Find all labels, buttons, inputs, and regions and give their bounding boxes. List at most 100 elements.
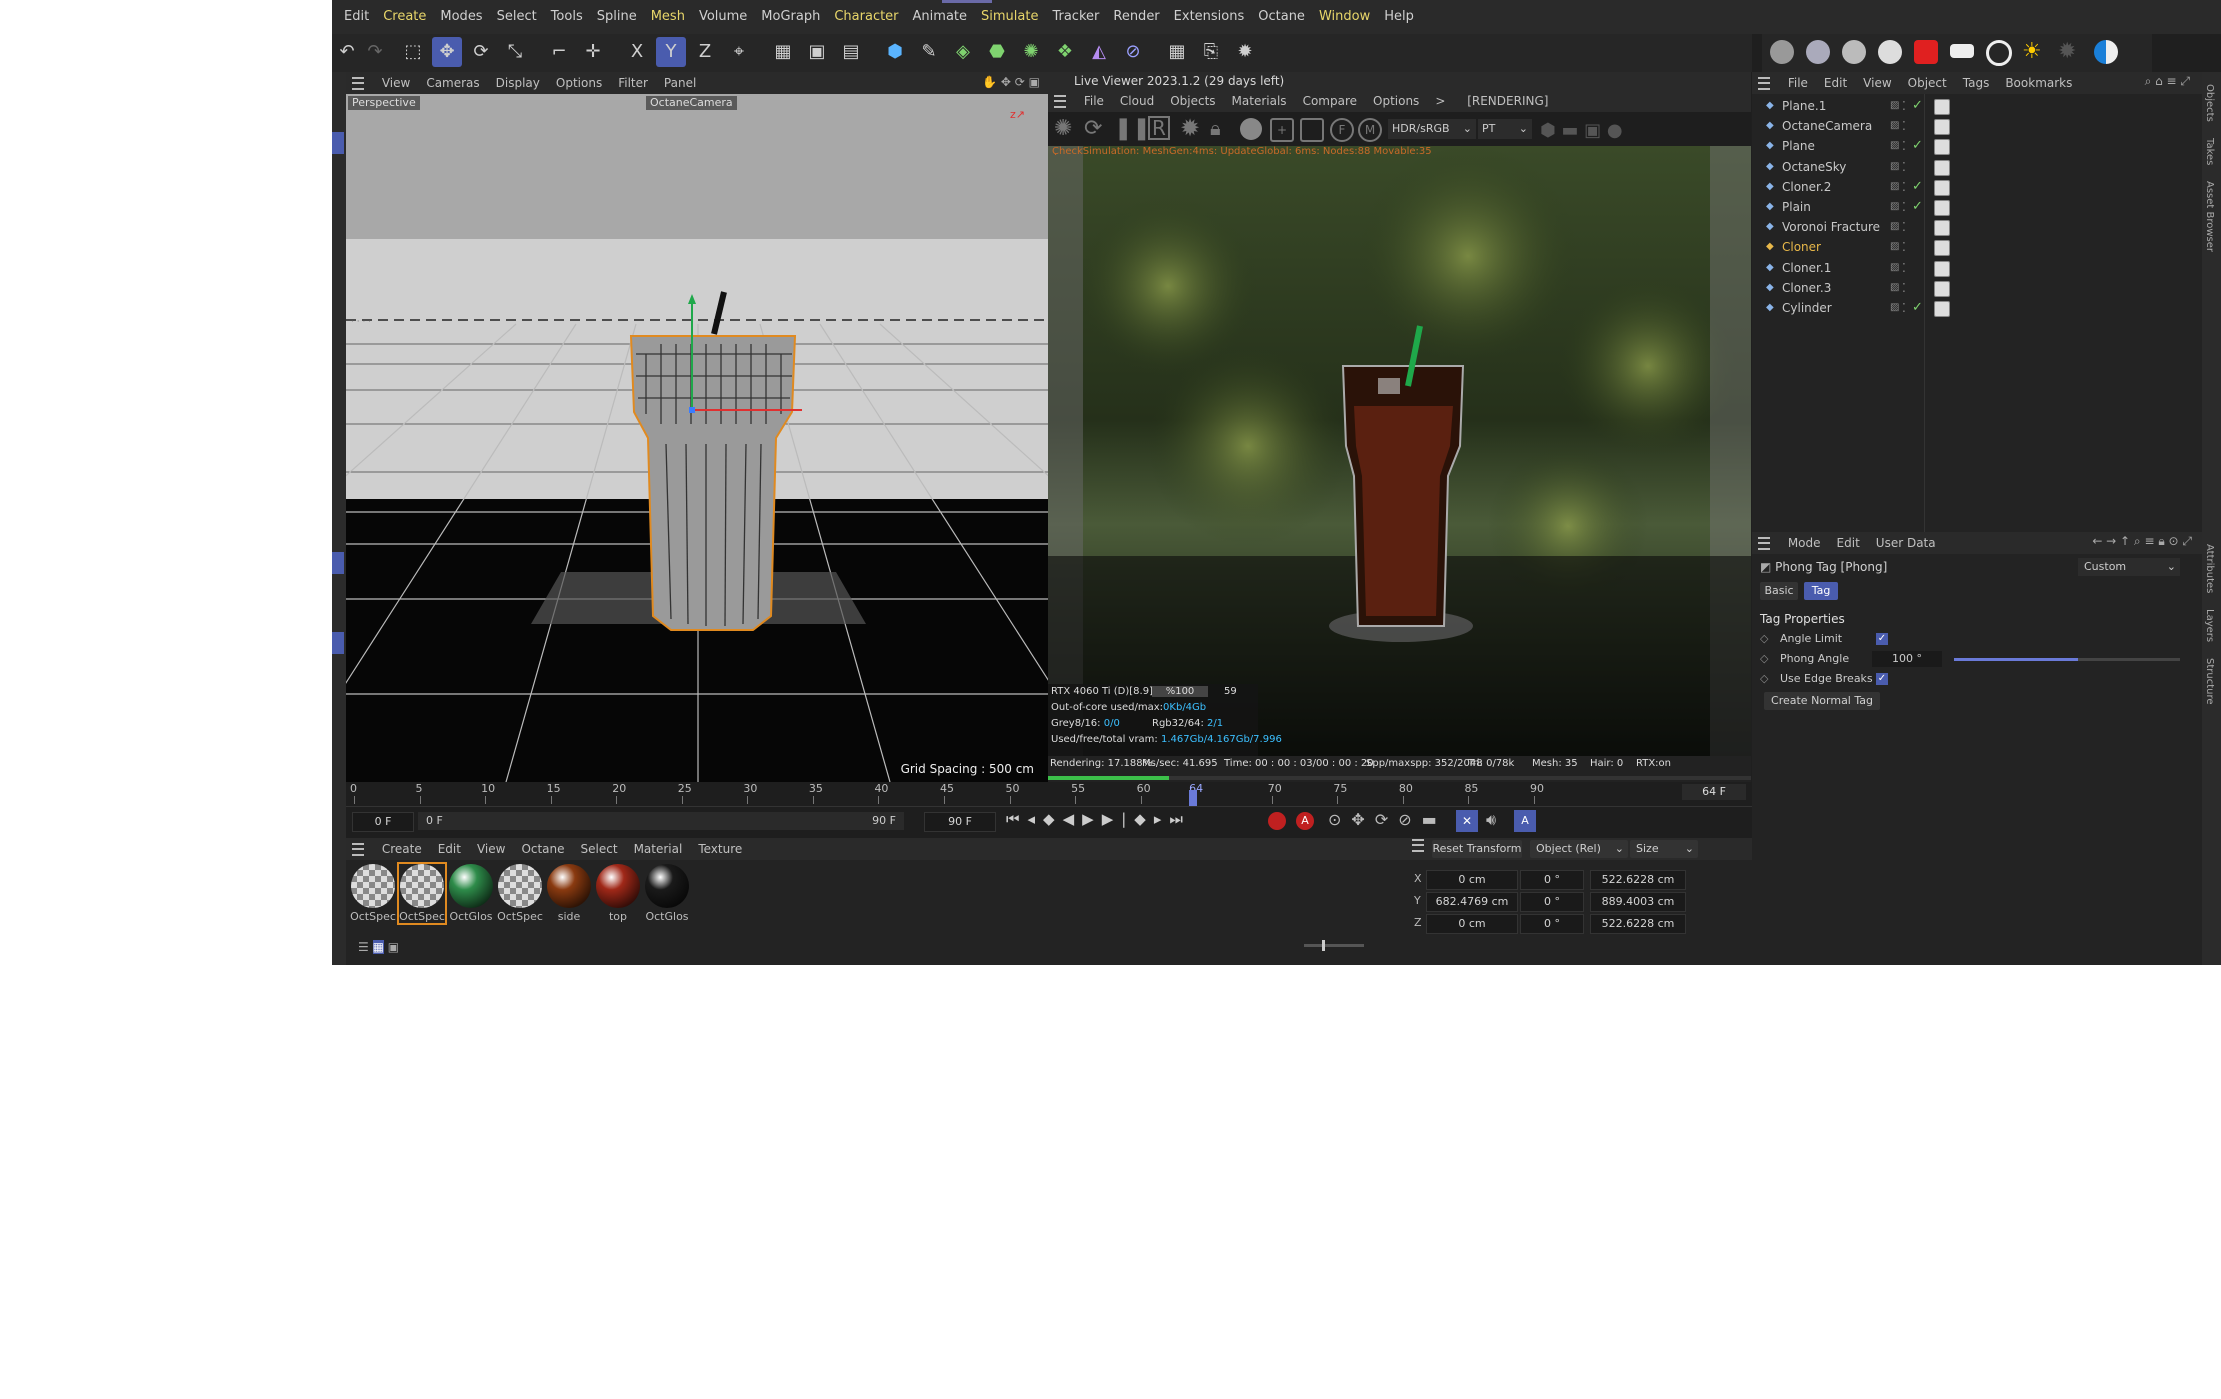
material-menu-create[interactable]: Create bbox=[374, 838, 430, 860]
material-swatch[interactable]: OctSpec bbox=[497, 864, 543, 923]
edit-toggle-icon[interactable]: ▨ bbox=[1890, 157, 1899, 177]
viewport-canvas[interactable]: · · · · Perspective OctaneCamera z↗ Grid… bbox=[346, 94, 1048, 782]
keyframe-diamond-icon[interactable]: ◇ bbox=[1760, 672, 1768, 685]
visibility-dots-icon[interactable]: ⁚ bbox=[1902, 96, 1906, 116]
object-row[interactable]: ◆ OctaneSky ⁚ ▨ bbox=[1752, 157, 2072, 177]
render-image[interactable]: . CheckSimulation: MeshGen:4ms: UpdateGl… bbox=[1048, 146, 1751, 756]
octane-sphere-icon[interactable] bbox=[1806, 40, 1830, 64]
edit-toggle-icon[interactable]: ▨ bbox=[1890, 116, 1899, 136]
visibility-dots-icon[interactable]: ⁚ bbox=[1902, 116, 1906, 136]
mograph-icon[interactable]: ❖ bbox=[1050, 37, 1080, 67]
menu-tools[interactable]: Tools bbox=[544, 0, 590, 34]
octane-sun-icon[interactable]: ☀ bbox=[2022, 40, 2046, 64]
objects-menu-tags[interactable]: Tags bbox=[1955, 72, 1998, 94]
rotate-tool-icon[interactable]: ⟳ bbox=[466, 37, 496, 67]
coord-pos-field[interactable]: 0 cm bbox=[1426, 914, 1518, 934]
coordinates-menu-icon[interactable] bbox=[1412, 839, 1424, 852]
object-row[interactable]: ◆ OctaneCamera ⁚ ▨ bbox=[1752, 116, 2072, 136]
edit-toggle-icon[interactable]: ▨ bbox=[1890, 136, 1899, 156]
world-coords-icon[interactable]: ⌖ bbox=[724, 37, 754, 67]
menu-mesh[interactable]: Mesh bbox=[644, 0, 692, 34]
menu-extensions[interactable]: Extensions bbox=[1167, 0, 1252, 34]
timeline-ruler[interactable]: 0 5 10 15 20 25 30 35 40 45 50 55 60 64 70 75 80 85 90 bbox=[346, 782, 1752, 807]
undo-icon[interactable]: ↶ bbox=[332, 37, 362, 67]
menu-modes[interactable]: Modes bbox=[433, 0, 489, 34]
enabled-check-icon[interactable]: ✓ bbox=[1912, 177, 1923, 197]
go-to-start-icon[interactable]: ⏮ bbox=[1006, 810, 1028, 828]
octane-area-light-icon[interactable] bbox=[1950, 44, 1974, 58]
coord-pos-field[interactable]: 0 cm bbox=[1426, 870, 1518, 890]
material-swatch[interactable]: top bbox=[595, 864, 641, 923]
light-icon[interactable]: ✹ bbox=[1230, 37, 1260, 67]
field-icon[interactable]: ⊘ bbox=[1118, 37, 1148, 67]
side-tab-structure[interactable]: Structure bbox=[2202, 656, 2217, 707]
x-axis-lock-icon[interactable]: X bbox=[622, 37, 652, 67]
clapboard-icon[interactable]: ▦ bbox=[768, 37, 798, 67]
material-zoom-handle[interactable] bbox=[1322, 940, 1325, 951]
objects-menu-edit[interactable]: Edit bbox=[1816, 72, 1855, 94]
colorspace-select[interactable]: HDR/sRGB ⌄ bbox=[1388, 119, 1476, 139]
attributes-menu-edit[interactable]: Edit bbox=[1829, 532, 1868, 554]
viewport-menu-filter[interactable]: Filter bbox=[610, 72, 656, 94]
material-menu-material[interactable]: Material bbox=[626, 838, 691, 860]
coord-rot-field[interactable]: 0 ° bbox=[1520, 892, 1584, 912]
attributes-menu-user-data[interactable]: User Data bbox=[1868, 532, 1944, 554]
lv-menu--[interactable]: > bbox=[1427, 90, 1453, 112]
side-tab-attributes[interactable]: Attributes bbox=[2202, 542, 2217, 595]
lv-menu-materials[interactable]: Materials bbox=[1224, 90, 1295, 112]
phong-tag-icon[interactable] bbox=[1934, 139, 1950, 156]
restart-icon[interactable]: ⟳ bbox=[1084, 116, 1102, 141]
attributes-menu-mode[interactable]: Mode bbox=[1780, 532, 1829, 554]
material-zoom-slider[interactable] bbox=[1304, 940, 1364, 951]
objects-search-icons[interactable]: ⌕ ⌂ ≡ ⤢ bbox=[2145, 74, 2190, 89]
extrude-icon[interactable]: ⬣ bbox=[982, 37, 1012, 67]
size-mode-select[interactable]: Size ⌄ bbox=[1630, 840, 1698, 858]
enabled-check-icon[interactable]: ✓ bbox=[1912, 96, 1923, 116]
coord-rot-field[interactable]: 0 ° bbox=[1520, 870, 1584, 890]
focus-icon[interactable]: F bbox=[1330, 118, 1354, 142]
phong-tag-icon[interactable] bbox=[1934, 220, 1950, 237]
key-mode-icons[interactable]: ⊙✥⟳⊘▬ bbox=[1328, 810, 1447, 829]
cube-icon[interactable]: ⬢ bbox=[880, 37, 910, 67]
visibility-dots-icon[interactable]: ⁚ bbox=[1902, 278, 1906, 298]
edit-toggle-icon[interactable]: ▨ bbox=[1890, 197, 1899, 217]
edit-toggle-icon[interactable]: ▨ bbox=[1890, 258, 1899, 278]
objects-menu-bookmarks[interactable]: Bookmarks bbox=[1997, 72, 2080, 94]
lv-menu-options[interactable]: Options bbox=[1365, 90, 1427, 112]
create-normal-tag-button[interactable]: Create Normal Tag bbox=[1764, 692, 1880, 710]
menu-window[interactable]: Window bbox=[1312, 0, 1377, 34]
next-frame-icon[interactable]: ▶| bbox=[1102, 810, 1135, 828]
objects-menu-file[interactable]: File bbox=[1780, 72, 1816, 94]
side-tab-objects[interactable]: Objects bbox=[2202, 82, 2217, 124]
lock-icon[interactable]: 🔒︎ bbox=[1210, 116, 1221, 140]
menu-render[interactable]: Render bbox=[1106, 0, 1166, 34]
material-swatch[interactable]: side bbox=[546, 864, 592, 923]
menu-character[interactable]: Character bbox=[827, 0, 905, 34]
prev-key-icon[interactable]: ◂◆ bbox=[1028, 810, 1063, 828]
lv-menu-file[interactable]: File bbox=[1076, 90, 1112, 112]
phong-angle-field[interactable]: 100 ° bbox=[1872, 651, 1942, 667]
octane-glossy-icon[interactable] bbox=[1842, 40, 1866, 64]
current-frame-field[interactable]: 64 F bbox=[1682, 784, 1746, 800]
viewport-menu-display[interactable]: Display bbox=[488, 72, 548, 94]
extra-tools-icon[interactable]: ⬢ ▬ ▣ ● bbox=[1540, 120, 1623, 141]
play-icon[interactable]: ▶ bbox=[1082, 810, 1102, 828]
viewport-menu-view[interactable]: View bbox=[374, 72, 418, 94]
material-menu-view[interactable]: View bbox=[469, 838, 513, 860]
viewport-menu-panel[interactable]: Panel bbox=[656, 72, 704, 94]
edit-toggle-icon[interactable]: ▨ bbox=[1890, 96, 1899, 116]
phong-tag-icon[interactable] bbox=[1934, 99, 1950, 115]
material-menu-icon[interactable] bbox=[352, 843, 364, 856]
clay-mode-icon[interactable] bbox=[1240, 118, 1262, 140]
add-icon[interactable]: + bbox=[1270, 118, 1294, 142]
autokey-icon[interactable]: A bbox=[1296, 812, 1314, 830]
menu-octane[interactable]: Octane bbox=[1251, 0, 1312, 34]
object-row[interactable]: ◆ Voronoi Fracture ⁚ ▨ bbox=[1752, 217, 2072, 237]
visibility-dots-icon[interactable]: ⁚ bbox=[1902, 298, 1906, 318]
pause-icon[interactable]: ❚❚ bbox=[1114, 116, 1151, 141]
visibility-dots-icon[interactable]: ⁚ bbox=[1902, 237, 1906, 257]
attributes-menu-icon[interactable] bbox=[1758, 537, 1770, 550]
phong-tag-icon[interactable] bbox=[1934, 280, 1950, 297]
edit-toggle-icon[interactable]: ▨ bbox=[1890, 217, 1899, 237]
object-row[interactable]: ◆ Cylinder ⁚ ▨ ✓ bbox=[1752, 298, 2072, 318]
